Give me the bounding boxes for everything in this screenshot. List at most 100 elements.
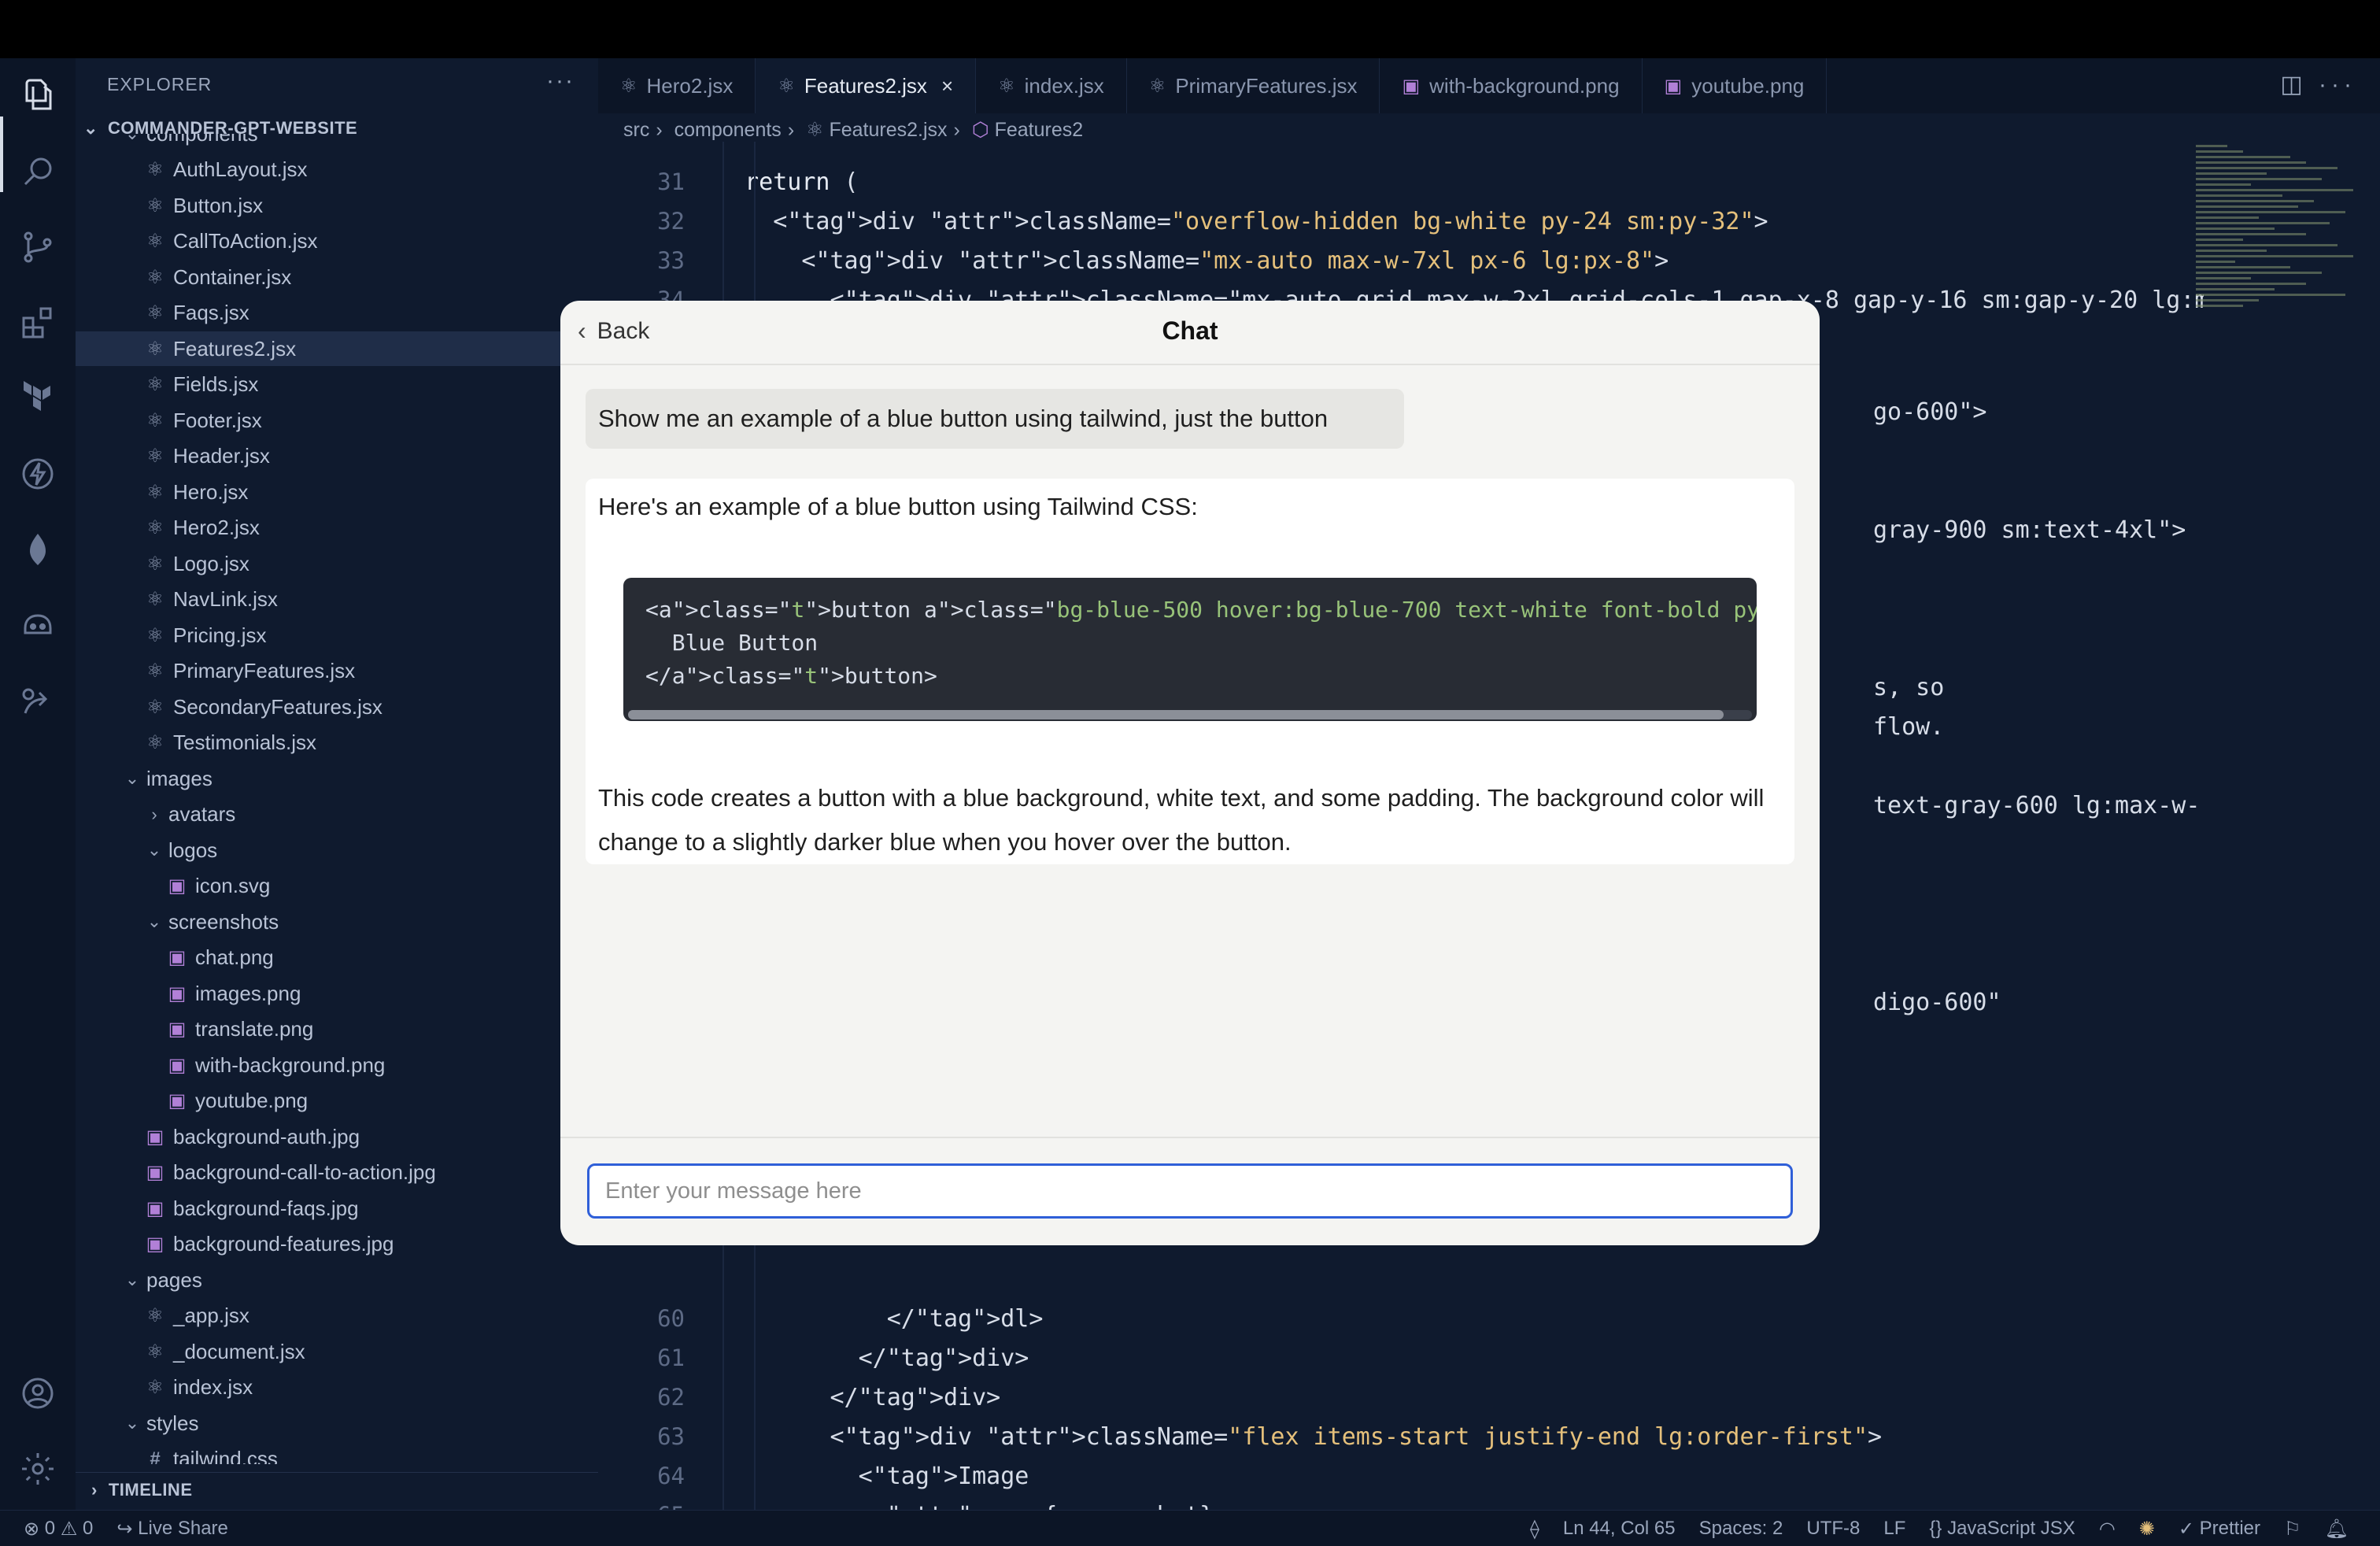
code-fragment: flow.	[1873, 713, 1945, 741]
tree-item[interactable]: ⚛ SecondaryFeatures.jsx	[76, 690, 598, 724]
chevron-down-icon: ⌄	[124, 768, 140, 788]
gear-icon[interactable]	[19, 1450, 57, 1488]
breadcrumb-symbol[interactable]: Features2	[995, 119, 1084, 141]
close-icon[interactable]: ×	[941, 74, 953, 98]
lightning-icon[interactable]	[19, 455, 57, 493]
tree-item[interactable]: ⚛ CallToAction.jsx	[76, 224, 598, 259]
tree-item-label: with-background.png	[195, 1052, 386, 1077]
breadcrumb-file[interactable]: Features2.jsx	[829, 119, 947, 141]
tree-item[interactable]: ⚛ Pricing.jsx	[76, 618, 598, 653]
explorer-more-button[interactable]: ···	[546, 68, 575, 94]
account-icon[interactable]	[19, 1374, 57, 1412]
editor-tab[interactable]: ▣ with-background.png	[1380, 58, 1643, 113]
remote-explorer-icon[interactable]	[19, 682, 57, 719]
end-of-line[interactable]: LF	[1883, 1518, 1905, 1540]
language-mode[interactable]: {} JavaScript JSX	[1929, 1518, 2075, 1540]
cursor-position[interactable]: Ln 44, Col 65	[1563, 1518, 1676, 1540]
tree-item[interactable]: ▣ background-auth.jpg	[76, 1119, 598, 1154]
tree-item-label: _app.jsx	[173, 1304, 249, 1327]
tree-item-label: screenshots	[168, 909, 279, 934]
tree-item[interactable]: ⌄ screenshots	[76, 904, 598, 939]
editor-tab[interactable]: ⚛ PrimaryFeatures.jsx	[1127, 58, 1380, 113]
tree-item-label: Testimonials.jsx	[173, 730, 317, 754]
tree-item[interactable]: ⚛ PrimaryFeatures.jsx	[76, 654, 598, 689]
problems-indicator[interactable]: ⊗ 0 ⚠ 0	[24, 1518, 93, 1540]
split-editor-icon[interactable]: ◫	[2280, 72, 2307, 98]
code-line: Blue Button	[645, 630, 819, 656]
tree-item[interactable]: ▣ background-faqs.jpg	[76, 1191, 598, 1226]
editor-tab[interactable]: ⚛ index.jsx	[976, 58, 1127, 113]
more-actions-icon[interactable]: ···	[2319, 72, 2356, 98]
tree-item[interactable]: ⚛ Header.jsx	[76, 439, 598, 474]
tree-item[interactable]: ⌄components	[76, 134, 598, 151]
message-input[interactable]	[587, 1163, 1793, 1219]
tree-item[interactable]: ⚛ NavLink.jsx	[76, 583, 598, 617]
tree-item[interactable]: ▣ images.png	[76, 976, 598, 1011]
tree-item[interactable]: ⌄ logos	[76, 833, 598, 867]
mongodb-leaf-icon[interactable]	[19, 531, 57, 568]
code-block[interactable]: <a">class="t">button a">class="bg-blue-5…	[623, 578, 1757, 721]
tree-item[interactable]: ▣ youtube.png	[76, 1084, 598, 1119]
tree-item[interactable]: ▣ background-call-to-action.jpg	[76, 1156, 598, 1190]
tree-item[interactable]: ⚛ Features2.jsx	[76, 331, 598, 366]
status-bar: ⊗ 0 ⚠ 0 ↪ Live Share ⟠ Ln 44, Col 65 Spa…	[0, 1510, 2380, 1546]
tree-item[interactable]: ⚛ Logo.jsx	[76, 546, 598, 581]
search-icon[interactable]	[19, 153, 57, 190]
feedback-icon[interactable]: ⚐	[2284, 1518, 2301, 1540]
activity-bar	[0, 58, 76, 1510]
source-control-icon[interactable]	[19, 228, 57, 266]
tree-item[interactable]: ⚛ Button.jsx	[76, 188, 598, 223]
chevron-right-icon: ›	[91, 1479, 98, 1500]
tree-item[interactable]: ⚛ _app.jsx	[76, 1299, 598, 1333]
tree-item[interactable]: ⚛ Footer.jsx	[76, 403, 598, 438]
breadcrumb-src[interactable]: src	[623, 119, 649, 141]
copilot-status-icon[interactable]: ✺	[2139, 1518, 2155, 1540]
tree-item[interactable]: ⚛ Testimonials.jsx	[76, 726, 598, 760]
terraform-icon[interactable]	[19, 379, 57, 417]
tree-item[interactable]: ⚛ Container.jsx	[76, 260, 598, 294]
tree-item-label: AuthLayout.jsx	[173, 157, 308, 181]
tree-item[interactable]: # tailwind.css	[76, 1442, 598, 1464]
tree-item[interactable]: ⚛ Fields.jsx	[76, 368, 598, 402]
copilot-icon[interactable]	[19, 606, 57, 644]
tree-item[interactable]: ▣ with-background.png	[76, 1048, 598, 1082]
tree-item[interactable]: ⚛ _document.jsx	[76, 1334, 598, 1369]
sync-icon[interactable]: ◠	[2099, 1518, 2116, 1540]
tree-item[interactable]: › avatars	[76, 797, 598, 832]
react-icon: ⚛	[806, 119, 824, 141]
tree-item[interactable]: ⚛ Hero2.jsx	[76, 511, 598, 546]
files-icon[interactable]	[19, 76, 57, 113]
tree-item[interactable]: ⚛ AuthLayout.jsx	[76, 153, 598, 187]
editor-tab[interactable]: ▣ youtube.png	[1643, 58, 1828, 113]
prettier-label: Prettier	[2199, 1518, 2261, 1539]
tree-item[interactable]: ⚛ index.jsx	[76, 1370, 598, 1405]
tree-item-label: Container.jsx	[173, 264, 292, 289]
bell-icon[interactable]: 🔔︎	[2325, 1518, 2349, 1540]
tree-item[interactable]: ⚛ Hero.jsx	[76, 475, 598, 509]
timeline-section[interactable]: › TIMELINE	[76, 1472, 598, 1507]
chat-dialog: ‹ Back Chat Show me an example of a blue…	[560, 301, 1820, 1245]
tree-item[interactable]: ▣ icon.svg	[76, 869, 598, 904]
tree-item[interactable]: ⌄ pages	[76, 1263, 598, 1297]
encoding[interactable]: UTF-8	[1806, 1518, 1860, 1540]
branch-icon[interactable]: ⟠	[1530, 1518, 1539, 1540]
tree-item[interactable]: ⌄ images	[76, 761, 598, 796]
extensions-icon[interactable]	[19, 304, 57, 342]
tree-item[interactable]: ▣ translate.png	[76, 1012, 598, 1047]
editor-tab[interactable]: ⚛ Features2.jsx ×	[756, 58, 977, 113]
editor-actions[interactable]: ◫ ···	[2280, 71, 2356, 98]
tree-item[interactable]: ⌄ styles	[76, 1406, 598, 1441]
code-scrollbar-thumb[interactable]	[628, 710, 1724, 719]
indentation[interactable]: Spaces: 2	[1699, 1518, 1783, 1540]
tree-item[interactable]: ⚛ Faqs.jsx	[76, 296, 598, 331]
breadcrumb-components[interactable]: components	[674, 119, 782, 141]
tree-item[interactable]: ▣ chat.png	[76, 941, 598, 975]
live-share-icon: ↪	[116, 1518, 133, 1540]
editor-tab[interactable]: ⚛ Hero2.jsx	[598, 58, 756, 113]
tree-item[interactable]: ▣ background-features.jpg	[76, 1227, 598, 1262]
prettier-status[interactable]: ✓ Prettier	[2179, 1518, 2260, 1540]
code-line: <"tag">Image	[716, 1463, 1029, 1490]
minimap[interactable]	[2196, 145, 2361, 381]
live-share-button[interactable]: ↪ Live Share	[116, 1518, 228, 1540]
image-file-icon: ▣	[146, 1197, 164, 1219]
